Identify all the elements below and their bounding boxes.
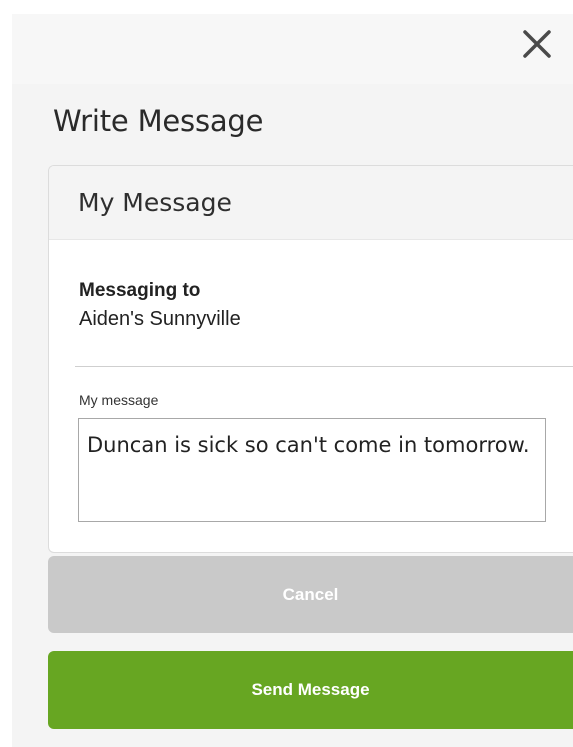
close-button[interactable] bbox=[519, 26, 555, 62]
close-icon bbox=[523, 30, 551, 58]
send-message-button[interactable]: Send Message bbox=[48, 651, 573, 729]
messaging-to-value: Aiden's Sunnyville bbox=[79, 308, 241, 330]
message-field-label: My message bbox=[79, 392, 159, 408]
card-title: My Message bbox=[78, 188, 232, 217]
message-card: My Message Messaging to Aiden's Sunnyvil… bbox=[48, 165, 573, 553]
divider bbox=[75, 366, 573, 367]
message-textarea[interactable]: Duncan is sick so can't come in tomorrow… bbox=[78, 418, 546, 522]
write-message-screen: Write Message My Message Messaging to Ai… bbox=[12, 14, 573, 747]
top-bar bbox=[12, 14, 573, 84]
page-title: Write Message bbox=[53, 104, 264, 138]
cancel-button[interactable]: Cancel bbox=[48, 556, 573, 633]
messaging-to-label: Messaging to bbox=[79, 280, 201, 301]
